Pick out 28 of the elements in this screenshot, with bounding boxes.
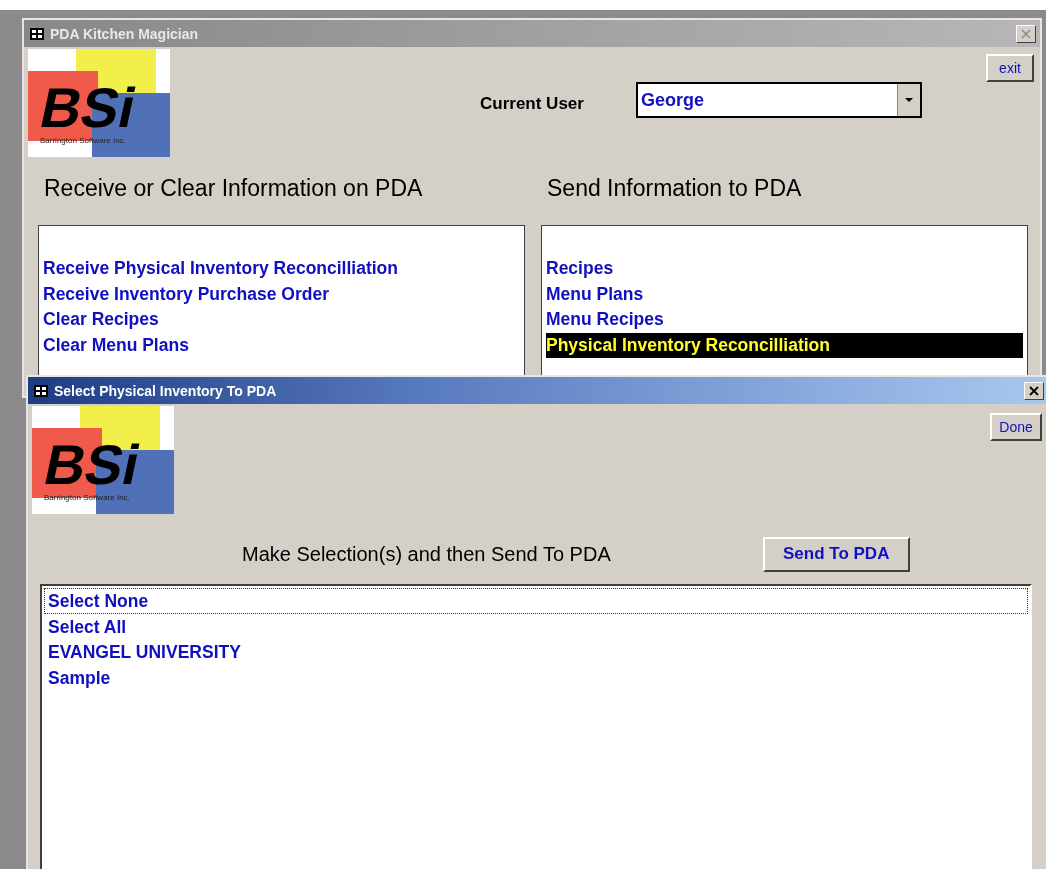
list-item[interactable]: Menu Recipes bbox=[546, 307, 1023, 333]
exit-button[interactable]: exit bbox=[986, 54, 1034, 82]
list-item[interactable]: Clear Menu Plans bbox=[43, 332, 520, 358]
list-item[interactable]: Receive Inventory Purchase Order bbox=[43, 281, 520, 307]
list-item[interactable]: Clear Recipes bbox=[43, 307, 520, 333]
section-heading: Receive or Clear Information on PDA bbox=[43, 175, 424, 203]
form-icon bbox=[34, 384, 48, 397]
window-title: Select Physical Inventory To PDA bbox=[54, 382, 278, 399]
list-item[interactable]: Recipes bbox=[546, 256, 1023, 282]
close-button[interactable] bbox=[1024, 381, 1044, 400]
instruction-text: Make Selection(s) and then Send To PDA bbox=[242, 542, 611, 566]
window-title: PDA Kitchen Magician bbox=[50, 25, 200, 42]
current-user-label: Current User bbox=[480, 94, 584, 114]
list-item[interactable]: Select None bbox=[44, 588, 1028, 614]
list-item[interactable]: Menu Plans bbox=[546, 281, 1023, 307]
caret-icon bbox=[904, 98, 913, 102]
list-item[interactable]: Physical Inventory Reconcilliation bbox=[546, 332, 1023, 358]
list-item[interactable]: EVANGEL UNIVERSITY bbox=[44, 639, 1028, 665]
list-item[interactable]: Receive Physical Inventory Reconcilliation bbox=[43, 256, 520, 282]
send-to-pda-button[interactable]: Send To PDA bbox=[762, 536, 910, 572]
section-heading: Send Information to PDA bbox=[546, 175, 803, 203]
list-item[interactable]: Sample bbox=[44, 664, 1028, 690]
user-dropdown[interactable]: George bbox=[635, 82, 922, 118]
list-item[interactable]: Select All bbox=[44, 613, 1028, 639]
close-icon bbox=[1021, 28, 1031, 39]
form-icon bbox=[30, 27, 44, 40]
done-button[interactable]: Done bbox=[990, 413, 1042, 441]
close-icon bbox=[1029, 385, 1039, 396]
